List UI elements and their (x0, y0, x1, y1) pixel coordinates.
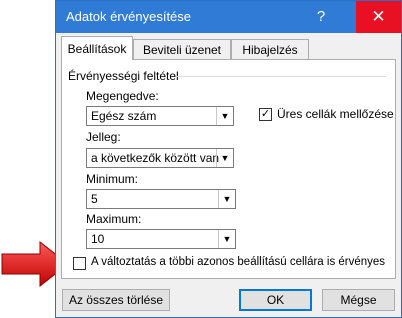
chevron-down-icon[interactable]: ▼ (216, 107, 233, 125)
ignore-blank-checkbox[interactable]: ✓ (259, 108, 272, 121)
maximum-input[interactable]: 10 ▼ (86, 229, 236, 249)
minimum-input[interactable]: 5 ▼ (86, 189, 236, 209)
allow-value: Egész szám (91, 109, 157, 123)
minimum-value: 5 (91, 192, 98, 206)
tab-settings[interactable]: Beállítások (61, 36, 133, 60)
ignore-blank-label: Üres cellák mellőzése (277, 107, 394, 121)
group-divider (176, 76, 386, 77)
range-picker-icon[interactable]: ▼ (218, 190, 235, 208)
allow-select[interactable]: Egész szám ▼ (86, 106, 234, 126)
data-label: Jelleg: (86, 130, 121, 144)
maximum-label: Maximum: (86, 212, 142, 226)
range-picker-icon[interactable]: ▼ (218, 230, 235, 248)
ok-button[interactable]: OK (239, 289, 312, 311)
data-validation-dialog: Adatok érvényesítése ? ✕ Beállítások Bev… (55, 0, 402, 318)
maximum-value: 10 (91, 232, 105, 246)
allow-label: Megengedve: (86, 89, 159, 103)
criteria-group-title: Érvényességi feltétel (68, 69, 179, 83)
title-bar: Adatok érvényesítése ? ✕ (56, 1, 401, 33)
data-select[interactable]: a következők között van ▼ (86, 148, 234, 168)
apply-all-checkbox[interactable] (73, 257, 86, 270)
help-button[interactable]: ? (300, 1, 342, 33)
tab-input-message[interactable]: Beviteli üzenet (133, 39, 231, 59)
tab-error-alert[interactable]: Hibajelzés (231, 39, 309, 59)
window-title: Adatok érvényesítése (66, 9, 192, 24)
cancel-button[interactable]: Mégse (322, 289, 395, 311)
chevron-down-icon[interactable]: ▼ (216, 149, 233, 167)
data-value: a következők között van (91, 151, 220, 165)
clear-all-button[interactable]: Az összes törlése (62, 289, 170, 311)
minimum-label: Minimum: (86, 172, 139, 186)
close-button[interactable]: ✕ (356, 1, 401, 33)
tab-strip: Beállítások Beviteli üzenet Hibajelzés (56, 33, 401, 61)
apply-all-label: A változtatás a többi azonos beállítású … (91, 256, 386, 268)
